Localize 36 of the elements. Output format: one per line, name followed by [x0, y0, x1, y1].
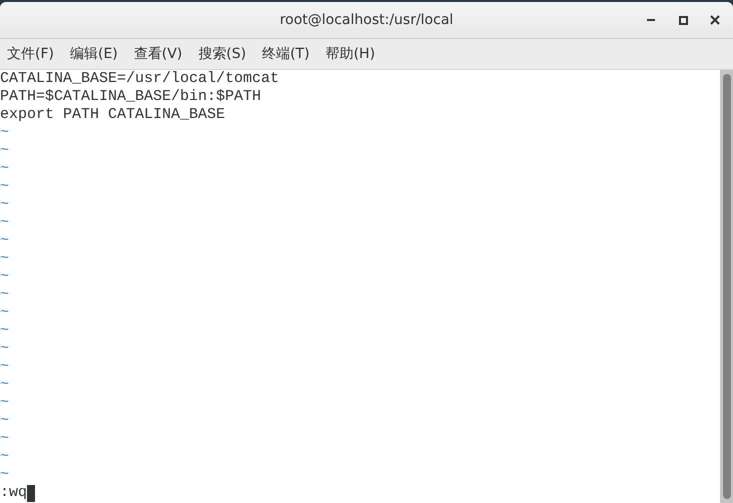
empty-line-tilde: ~ [0, 196, 10, 214]
empty-line-tilde: ~ [0, 340, 10, 358]
empty-line-tilde: ~ [0, 412, 10, 430]
empty-line-tilde: ~ [0, 394, 10, 412]
menu-item[interactable]: 终端(T) [257, 42, 315, 66]
empty-line-tilde: ~ [0, 358, 10, 376]
code-line: export PATH CATALINA_BASE [0, 106, 226, 124]
code-line: PATH=$CATALINA_BASE/bin:$PATH [0, 88, 262, 106]
empty-line-tilde: ~ [0, 466, 10, 484]
scrollbar-thumb[interactable] [722, 74, 730, 499]
window-title: root@localhost:/usr/local [280, 12, 454, 28]
empty-line-tilde: ~ [0, 214, 10, 232]
empty-line-tilde: ~ [0, 250, 10, 268]
minimize-icon [647, 19, 655, 21]
command-line: :wq [0, 484, 28, 502]
empty-line-tilde: ~ [0, 322, 10, 340]
empty-line-tilde: ~ [0, 124, 10, 142]
menu-item[interactable]: 文件(F) [2, 42, 59, 66]
empty-line-tilde: ~ [0, 232, 10, 250]
empty-line-tilde: ~ [0, 376, 10, 394]
menu-item[interactable]: 搜索(S) [193, 42, 252, 66]
empty-line-tilde: ~ [0, 448, 10, 466]
code-line: CATALINA_BASE=/usr/local/tomcat [0, 70, 280, 88]
empty-line-tilde: ~ [0, 142, 10, 160]
empty-line-tilde: ~ [0, 304, 10, 322]
menu-item[interactable]: 编辑(E) [64, 42, 123, 66]
empty-line-tilde: ~ [0, 160, 10, 178]
close-icon [710, 15, 720, 25]
empty-line-tilde: ~ [0, 430, 10, 448]
menu-item[interactable]: 查看(V) [128, 42, 188, 66]
menu-item[interactable]: 帮助(H) [320, 42, 380, 66]
maximize-icon [678, 16, 688, 24]
empty-line-tilde: ~ [0, 178, 10, 196]
empty-line-tilde: ~ [0, 286, 10, 304]
text-cursor [27, 484, 36, 502]
empty-line-tilde: ~ [0, 268, 10, 286]
